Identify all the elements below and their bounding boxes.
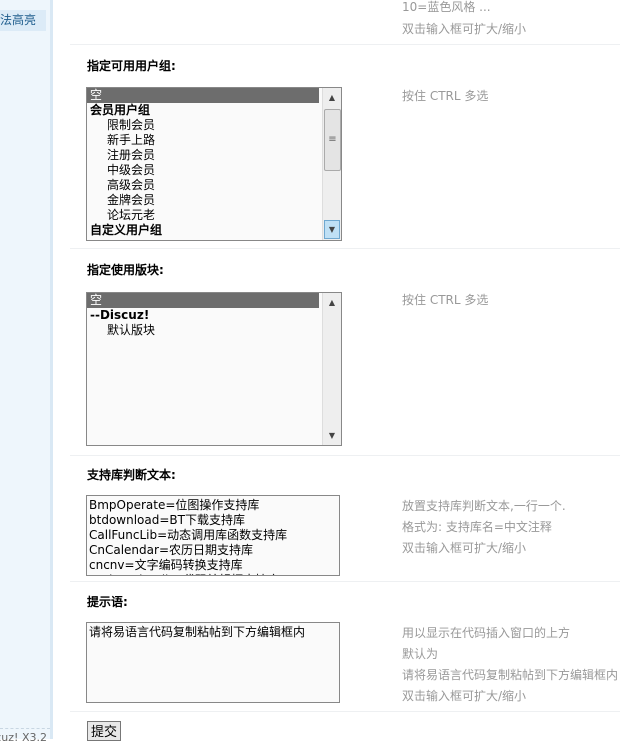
libs-hint: 放置支持库判断文本,一行一个.	[402, 499, 566, 513]
forums-label: 指定使用版块:	[87, 263, 164, 277]
prompt-hint: 请将易语言代码复制粘帖到下方编辑框内	[402, 668, 619, 682]
libs-hint: 格式为: 支持库名=中文注释	[402, 520, 552, 534]
user-groups-hint: 按住 CTRL 多选	[402, 89, 489, 103]
divider	[70, 711, 620, 712]
select-option[interactable]: 限制会员	[87, 118, 341, 133]
divider	[70, 581, 620, 582]
libs-label: 支持库判断文本:	[87, 468, 176, 482]
divider	[70, 44, 620, 45]
user-groups-label: 指定可用用户组:	[87, 59, 176, 73]
scroll-down-icon[interactable]: ▼	[324, 427, 340, 444]
select-option[interactable]: 新手上路	[87, 133, 341, 148]
sidebar-item-syntax-highlight[interactable]: 语法高亮	[0, 10, 46, 31]
user-groups-select[interactable]: 空会员用户组 限制会员 新手上路 注册会员 中级会员 高级会员 金牌会员 论坛元老 自定义用户组…	[86, 87, 342, 241]
select-option[interactable]: 注册会员	[87, 148, 341, 163]
submit-button[interactable]: 提交	[87, 721, 121, 741]
prompt-textarea[interactable]: 请将易语言代码复制粘帖到下方编辑框内	[86, 622, 340, 703]
scroll-thumb[interactable]: ≡	[324, 109, 341, 171]
hint-text: 双击输入框可扩大/缩小	[402, 22, 527, 36]
select-option[interactable]: 空	[87, 293, 319, 308]
sidebar: 语法高亮 Discuz! X3.2	[0, 0, 53, 744]
scroll-up-icon[interactable]: ▲	[324, 294, 340, 311]
prompt-hint: 用以显示在代码插入窗口的上方	[402, 626, 571, 640]
libs-hint: 双击输入框可扩大/缩小	[402, 541, 527, 555]
hint-text: 10=蓝色风格 ...	[402, 0, 491, 14]
select-option[interactable]: 论坛元老	[87, 208, 341, 223]
forums-hint: 按住 CTRL 多选	[402, 293, 489, 307]
select-option[interactable]: 自定义用户组	[87, 223, 341, 238]
forums-select[interactable]: 空 --Discuz! 默认版块 ▲ ▼	[86, 292, 342, 446]
prompt-hint: 默认为	[402, 647, 439, 661]
scrollbar[interactable]: ▲ ▼	[322, 293, 341, 445]
select-option[interactable]: 中级会员	[87, 163, 341, 178]
select-option[interactable]: 金牌会员	[87, 193, 341, 208]
scrollbar[interactable]: ▲ ≡ ▼	[322, 88, 341, 240]
scroll-up-icon[interactable]: ▲	[324, 89, 340, 106]
prompt-label: 提示语:	[87, 595, 128, 609]
sidebar-footer: Discuz! X3.2	[0, 728, 50, 744]
select-option[interactable]: 默认版块	[87, 323, 341, 338]
libs-textarea[interactable]: BmpOperate=位图操作支持库 btdownload=BT下载支持库 Ca…	[86, 495, 340, 576]
prompt-hint: 双击输入框可扩大/缩小	[402, 689, 527, 703]
select-option[interactable]: 空	[87, 88, 319, 103]
select-option[interactable]: 高级会员	[87, 178, 341, 193]
divider	[70, 248, 620, 249]
divider	[70, 455, 620, 456]
select-option[interactable]: --Discuz!	[87, 308, 341, 323]
scroll-down-icon[interactable]: ▼	[324, 220, 340, 239]
select-option[interactable]: 会员用户组	[87, 103, 341, 118]
